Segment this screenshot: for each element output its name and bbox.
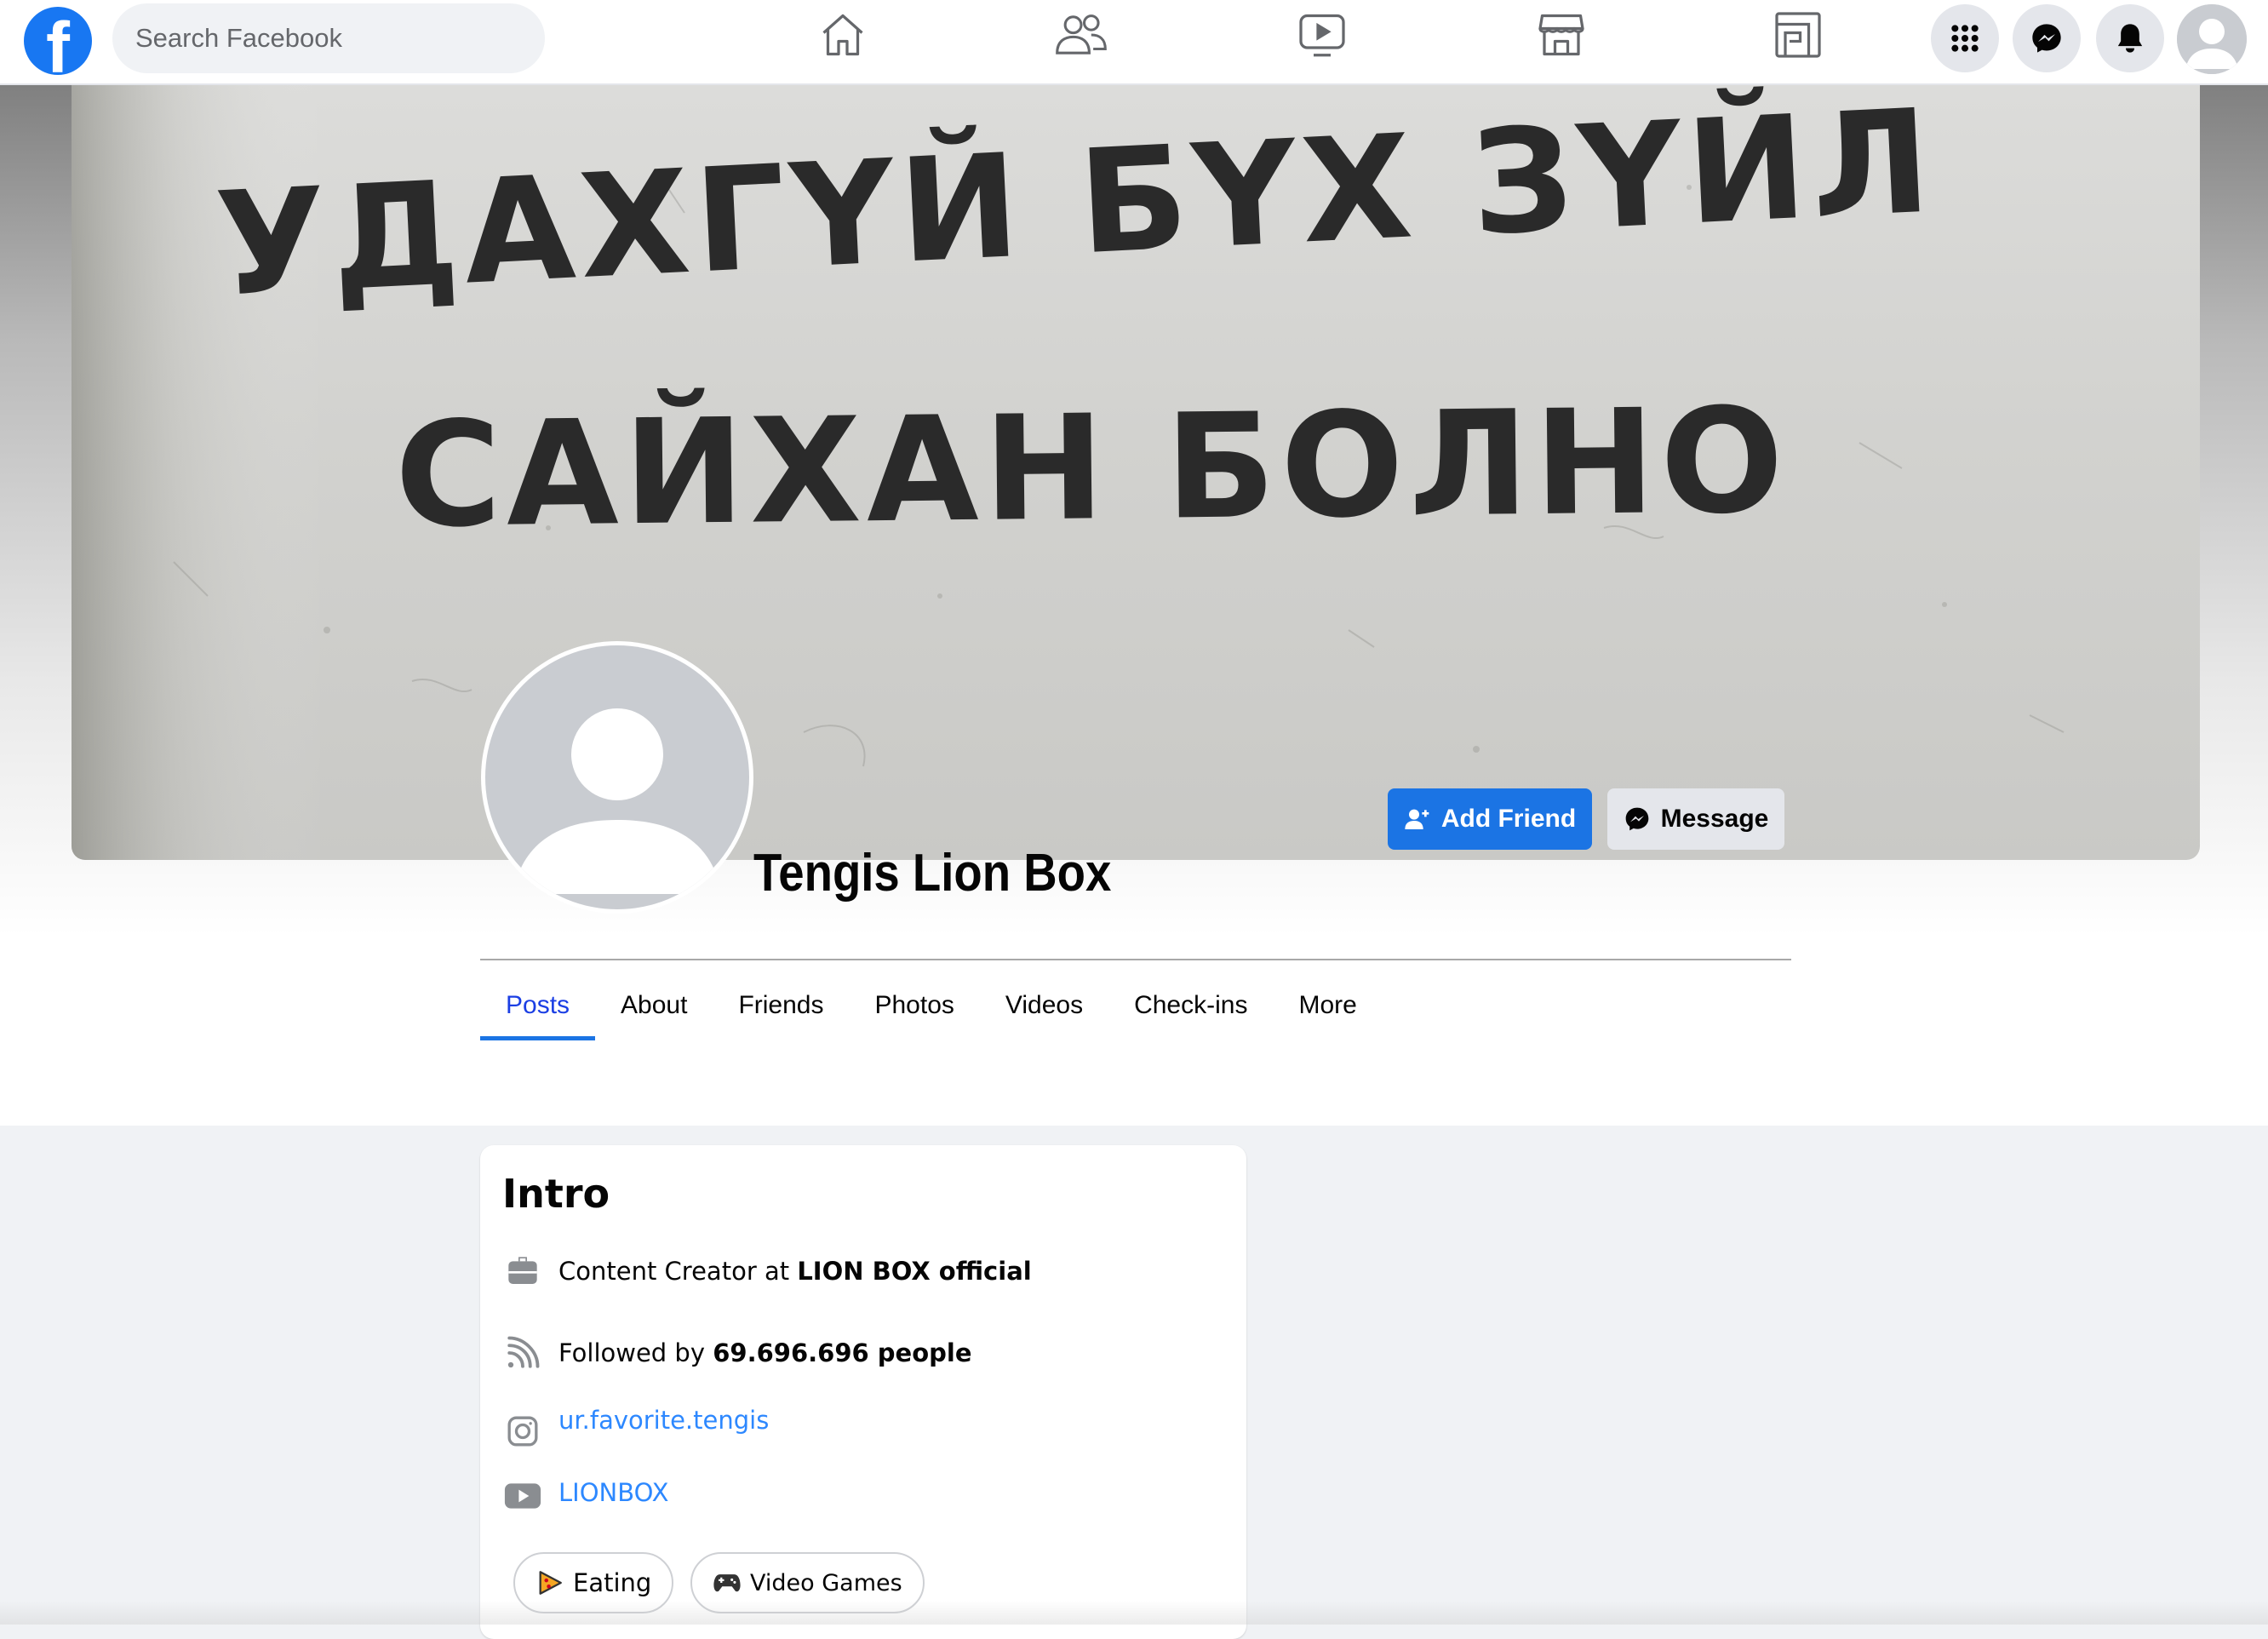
rss-icon <box>504 1334 541 1372</box>
default-avatar-icon <box>513 708 722 894</box>
hobby-label-eating: Eating <box>573 1568 652 1597</box>
account-avatar-icon[interactable] <box>2177 4 2247 74</box>
friends-icon[interactable] <box>1039 5 1124 65</box>
intro-followers-row: Followed by 69.696.696 people <box>504 1334 972 1372</box>
intro-work-row: Content Creator at LION BOX official <box>504 1252 1032 1290</box>
tab-more[interactable]: More <box>1273 971 1382 1040</box>
menu-icon[interactable] <box>1931 4 1999 72</box>
tab-check-ins[interactable]: Check-ins <box>1108 971 1273 1040</box>
bottom-fade <box>0 1601 2268 1625</box>
cover-text-line-2: САЙХАН БОЛНО <box>393 376 1790 560</box>
youtube-link[interactable]: LIONBOX <box>558 1478 668 1507</box>
message-label: Message <box>1660 805 1769 833</box>
add-friend-label: Add Friend <box>1440 805 1577 833</box>
briefcase-icon <box>504 1252 541 1290</box>
gaming-icon[interactable] <box>1755 5 1841 65</box>
pizza-icon <box>539 1571 562 1595</box>
tab-about[interactable]: About <box>595 971 713 1040</box>
notifications-icon[interactable] <box>2096 4 2164 72</box>
home-icon[interactable] <box>800 5 885 65</box>
marketplace-icon[interactable] <box>1519 5 1604 65</box>
facebook-logo-icon[interactable]: f <box>24 7 92 75</box>
top-navigation-bar: f <box>0 0 2268 85</box>
watch-icon[interactable] <box>1280 5 1365 65</box>
add-friend-button[interactable]: Add Friend <box>1388 788 1592 850</box>
tab-friends[interactable]: Friends <box>713 971 849 1040</box>
profile-divider <box>480 959 1791 960</box>
intro-instagram-row: ur.favorite.tengis <box>504 1406 769 1450</box>
profile-tabs: Posts About Friends Photos Videos Check-… <box>480 971 1383 1040</box>
instagram-link[interactable]: ur.favorite.tengis <box>558 1406 769 1435</box>
work-prefix: Content Creator at <box>558 1257 798 1286</box>
tab-videos[interactable]: Videos <box>980 971 1108 1040</box>
intro-title: Intro <box>502 1171 610 1217</box>
intro-youtube-row: LIONBOX <box>504 1477 668 1515</box>
search-input[interactable] <box>134 22 545 54</box>
add-friend-icon <box>1405 809 1429 829</box>
youtube-icon <box>504 1477 541 1515</box>
tab-posts[interactable]: Posts <box>480 971 596 1040</box>
profile-header: УДАХГҮЙ БҮХ ЗҮЙЛ САЙХАН БОЛНО <box>0 85 2268 1126</box>
search-box[interactable] <box>112 3 545 73</box>
profile-name: Tengis Lion Box <box>753 844 1112 903</box>
instagram-icon <box>504 1413 541 1450</box>
followers-count[interactable]: 69.696.696 people <box>713 1338 971 1367</box>
followers-prefix: Followed by <box>558 1338 713 1367</box>
profile-picture[interactable] <box>481 641 753 914</box>
cover-photo[interactable]: УДАХГҮЙ БҮХ ЗҮЙЛ САЙХАН БОЛНО <box>72 85 2200 860</box>
message-button[interactable]: Message <box>1607 788 1784 850</box>
game-controller-icon <box>713 1574 741 1592</box>
messenger-icon <box>1625 807 1648 831</box>
messenger-icon[interactable] <box>2013 4 2081 72</box>
work-company[interactable]: LION BOX official <box>797 1257 1031 1286</box>
tab-photos[interactable]: Photos <box>849 971 979 1040</box>
hobby-label-video-games: Video Games <box>750 1569 902 1596</box>
